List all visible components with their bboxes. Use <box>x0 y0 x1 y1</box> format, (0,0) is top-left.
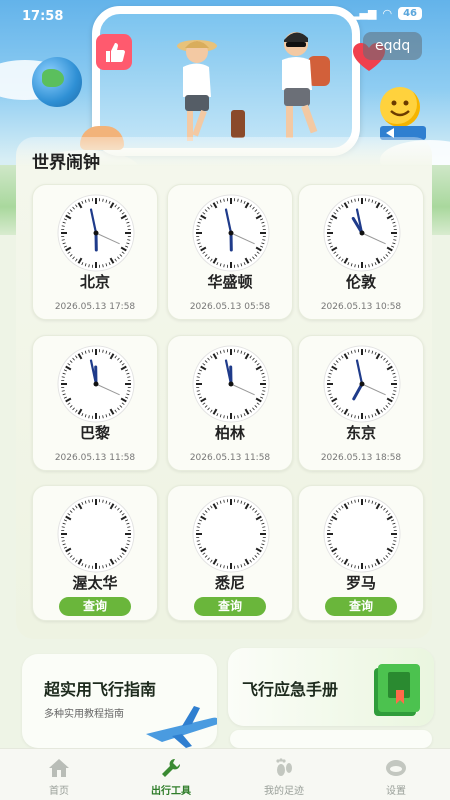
settings-icon <box>386 760 406 776</box>
clock-tile[interactable]: 东京 2026.05.13 18:58 <box>298 335 424 471</box>
user-chip[interactable]: eqdq <box>363 32 423 60</box>
clock-face-icon <box>192 495 270 573</box>
clock-face-icon <box>57 345 135 423</box>
query-button[interactable]: 查询 <box>325 597 397 616</box>
clock-city: 伦敦 <box>345 273 376 291</box>
tools-icon <box>162 758 181 777</box>
globe-icon <box>32 57 82 107</box>
nav-label: 出行工具 <box>151 786 191 797</box>
flight-guide-subtitle: 多种实用教程指南 <box>44 709 124 720</box>
home-icon <box>49 759 69 777</box>
signal-icon: ▂▄▆ <box>351 7 377 20</box>
clock-face-icon <box>323 345 401 423</box>
clock-tile[interactable]: 伦敦 2026.05.13 10:58 <box>298 184 424 320</box>
smiley-icon <box>380 87 420 127</box>
clock-city: 罗马 <box>345 574 376 592</box>
flight-guide-title: 超实用飞行指南 <box>44 680 157 699</box>
query-button[interactable]: 查询 <box>194 597 266 616</box>
emergency-manual-card[interactable]: 飞行应急手册 <box>228 648 434 726</box>
clock-city: 北京 <box>79 273 110 291</box>
extra-card-peek <box>230 730 432 748</box>
clock-datetime: 2026.05.13 11:58 <box>54 453 136 463</box>
flight-guide-card[interactable]: 超实用飞行指南 多种实用教程指南 <box>22 654 217 748</box>
nav-item-tools[interactable]: 出行工具 <box>115 749 227 800</box>
battery-icon: 46 <box>398 7 422 20</box>
clock-tile[interactable]: 巴黎 2026.05.13 11:58 <box>32 335 158 471</box>
clock-datetime: 2026.05.13 05:58 <box>189 302 271 312</box>
clock-tile[interactable]: 渥太华 查询 <box>32 485 158 621</box>
status-time: 17:58 <box>22 9 64 24</box>
clock-tile[interactable]: 北京 2026.05.13 17:58 <box>32 184 158 320</box>
clock-city: 渥太华 <box>72 574 118 592</box>
clock-face-icon <box>323 495 401 573</box>
airplane-icon <box>146 706 217 748</box>
clock-datetime: 2026.05.13 11:58 <box>189 453 271 463</box>
clock-face-icon <box>192 345 270 423</box>
clock-tile[interactable]: 罗马 查询 <box>298 485 424 621</box>
clock-tile[interactable]: 柏林 2026.05.13 11:58 <box>167 335 293 471</box>
clock-datetime: 2026.05.13 18:58 <box>320 453 402 463</box>
status-bar: 17:58 ▂▄▆ ◠ 46 <box>0 0 450 32</box>
clock-face-icon <box>57 495 135 573</box>
clock-city: 东京 <box>345 424 376 442</box>
thumbs-up-icon <box>96 34 132 70</box>
section-title: 世界闹钟 <box>32 153 100 173</box>
clock-tile[interactable]: 悉尼 查询 <box>167 485 293 621</box>
status-icons: ▂▄▆ ◠ 46 <box>351 7 422 20</box>
nav-item-footprint[interactable]: 我的足迹 <box>228 749 340 800</box>
footprint-icon <box>276 758 292 776</box>
nav-label: 设置 <box>386 786 406 797</box>
clock-face-icon <box>192 194 270 272</box>
clock-face-icon <box>57 194 135 272</box>
nav-item-settings[interactable]: 设置 <box>340 749 450 800</box>
clock-face-icon <box>323 194 401 272</box>
clock-datetime: 2026.05.13 17:58 <box>54 302 136 312</box>
clock-city: 悉尼 <box>214 574 245 592</box>
nav-item-home[interactable]: 首页 <box>3 749 115 800</box>
emergency-manual-title: 飞行应急手册 <box>242 680 339 699</box>
nav-label: 我的足迹 <box>264 786 304 797</box>
clock-city: 柏林 <box>214 424 245 442</box>
manual-book-icon <box>374 664 420 716</box>
wifi-icon: ◠ <box>382 7 393 20</box>
clock-datetime: 2026.05.13 10:58 <box>320 302 402 312</box>
clock-city: 巴黎 <box>79 424 110 442</box>
clock-city: 华盛顿 <box>207 273 253 291</box>
nav-label: 首页 <box>49 786 69 797</box>
bottom-nav: 首页 出行工具 我的足迹 设置 <box>0 748 450 800</box>
query-button[interactable]: 查询 <box>59 597 131 616</box>
clock-tile[interactable]: 华盛顿 2026.05.13 05:58 <box>167 184 293 320</box>
